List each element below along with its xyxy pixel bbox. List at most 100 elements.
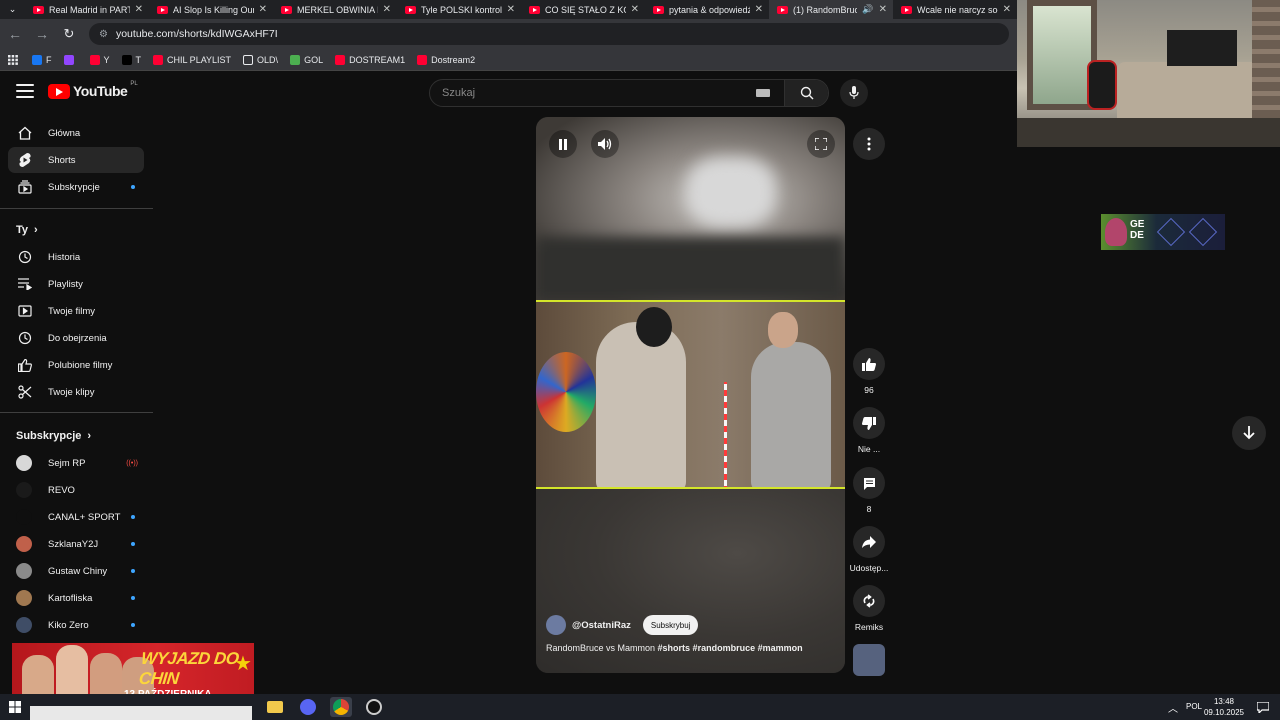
sidebar-subscriptions-heading[interactable]: Subskrypcje ›	[16, 430, 91, 442]
discord-icon[interactable]	[297, 697, 319, 717]
reload-button[interactable]: ↻	[57, 22, 81, 46]
new-content-dot	[131, 623, 135, 627]
youtube-favicon-icon	[157, 5, 168, 14]
shorts-player[interactable]: @OstatniRaz Subskrybuj RandomBruce vs Ma…	[536, 117, 845, 673]
close-tab-icon[interactable]: ✕	[259, 4, 267, 15]
keyboard-icon[interactable]	[756, 89, 770, 97]
dislike-button[interactable]: Nie ...	[852, 407, 886, 454]
sidebar-subscription[interactable]: Gustaw Chiny	[8, 558, 144, 584]
new-content-dot	[131, 542, 135, 546]
sidebar-subscription[interactable]: Kiko Zero	[8, 612, 144, 638]
channel-name[interactable]: @OstatniRaz	[572, 620, 631, 631]
close-tab-icon[interactable]: ✕	[507, 4, 515, 15]
sidebar-item-liked[interactable]: Polubione filmy	[8, 352, 144, 378]
fullscreen-button[interactable]	[807, 130, 835, 158]
windows-icon	[9, 701, 21, 713]
like-button[interactable]: 96	[852, 348, 886, 395]
close-tab-icon[interactable]: ✕	[1003, 4, 1011, 15]
comments-button[interactable]: 8	[852, 467, 886, 514]
more-options-button[interactable]	[852, 128, 886, 160]
youtube-favicon-icon	[33, 5, 44, 14]
close-tab-icon[interactable]: ✕	[135, 4, 143, 15]
share-label: Udostęp...	[849, 563, 889, 573]
channel-avatar	[16, 509, 32, 525]
bookmark-item[interactable]: Dostream2	[417, 54, 475, 65]
address-bar[interactable]: ⚙ youtube.com/shorts/kdIWGAxHF7I	[89, 23, 1009, 45]
site-settings-icon[interactable]: ⚙	[99, 29, 108, 40]
subscribe-button[interactable]: Subskrybuj	[642, 615, 699, 635]
sidebar-subscription[interactable]: CANAL+ SPORT	[8, 504, 144, 530]
youtube-favicon-icon	[901, 5, 912, 14]
sidebar-item-home[interactable]: Główna	[8, 120, 144, 146]
bookmark-item[interactable]: Y	[89, 54, 110, 65]
sidebar-subscription[interactable]: SzklanaY2J	[8, 531, 144, 557]
browser-tab[interactable]: (1) RandomBruce 🔊 ✕	[769, 0, 893, 19]
browser-tab[interactable]: MERKEL OBWINIA PO✕	[273, 0, 397, 19]
close-tab-icon[interactable]: ✕	[755, 4, 763, 15]
chrome-icon[interactable]	[330, 697, 352, 717]
next-short-button[interactable]	[1232, 416, 1266, 450]
close-tab-icon[interactable]: ✕	[383, 4, 391, 15]
browser-tab[interactable]: CO SIĘ STAŁO Z KOBI✕	[521, 0, 645, 19]
start-button[interactable]	[4, 697, 26, 717]
sound-avatar[interactable]	[852, 644, 886, 676]
bookmark-item[interactable]: T	[121, 54, 141, 65]
search-button[interactable]	[784, 80, 828, 106]
tab-search-button[interactable]: ⌄	[0, 0, 25, 19]
share-button[interactable]: Udostęp...	[849, 526, 889, 573]
subscriptions-icon	[16, 180, 34, 194]
bookmark-item[interactable]: CHIL PLAYLIST	[153, 54, 231, 65]
sidebar-item-clips[interactable]: Twoje klipy	[8, 379, 144, 405]
channel-avatar	[16, 563, 32, 579]
notification-icon[interactable]	[1252, 697, 1274, 717]
sidebar-item-watch-later[interactable]: Do obejrzenia	[8, 325, 144, 351]
youtube-logo[interactable]: YouTube PL	[48, 81, 138, 99]
channel-avatar[interactable]	[546, 615, 566, 635]
sidebar-subscription[interactable]: Kartofliska	[8, 585, 144, 611]
short-title[interactable]: RandomBruce vs Mammon #shorts #randombru…	[546, 643, 803, 653]
bookmark-item[interactable]: OLD\	[243, 54, 278, 65]
tray-expand-icon[interactable]: ︿	[1162, 697, 1184, 717]
sidebar-subscription[interactable]: REVO	[8, 477, 144, 503]
bookmark-item[interactable]: GOL	[290, 54, 323, 65]
apps-icon[interactable]	[8, 54, 18, 65]
taskbar-search[interactable]	[30, 706, 252, 720]
sidebar-item-your-videos[interactable]: Twoje filmy	[8, 298, 144, 324]
forward-button[interactable]: →	[30, 22, 54, 46]
sidebar-you-heading[interactable]: Ty ›	[16, 224, 38, 236]
sidebar-item-playlist[interactable]: Playlisty	[8, 271, 144, 297]
speaker-icon[interactable]: 🔊	[862, 4, 873, 15]
clock[interactable]: 13:48 09.10.2025	[1204, 696, 1244, 718]
youtube-favicon-icon	[529, 5, 540, 14]
close-tab-icon[interactable]: ✕	[631, 4, 639, 15]
browser-tab[interactable]: Wcale nie narcyz soc ✕	[893, 0, 1017, 19]
bookmark-item[interactable]: F	[32, 54, 52, 65]
sidebar-item-history[interactable]: Historia	[8, 244, 144, 270]
voice-search-button[interactable]	[840, 79, 868, 107]
menu-icon[interactable]	[16, 84, 34, 98]
obs-icon[interactable]	[363, 697, 385, 717]
sidebar-subscription[interactable]: Sejm RP ((•))	[8, 450, 144, 476]
volume-button[interactable]	[591, 130, 619, 158]
browser-tab[interactable]: pytania & odpowiedź ✕	[645, 0, 769, 19]
browser-tab[interactable]: Real Madrid in PARTY✕	[25, 0, 149, 19]
remix-button[interactable]: Remiks	[852, 585, 886, 632]
pause-button[interactable]	[549, 130, 577, 158]
bookmark-item[interactable]: DOSTREAM1	[335, 54, 405, 65]
search-input[interactable]: Szukaj	[429, 79, 829, 107]
bookmark-favicon-icon	[335, 54, 346, 65]
sidebar-divider	[0, 412, 153, 413]
input-language[interactable]: POL	[1186, 702, 1202, 711]
bookmark-item[interactable]	[63, 54, 78, 65]
watch-later-icon	[16, 331, 34, 345]
close-tab-icon[interactable]: ✕	[879, 4, 887, 15]
browser-tab[interactable]: AI Slop Is Killing Our ✕	[149, 0, 273, 19]
sidebar-item-subscriptions[interactable]: Subskrypcje	[8, 174, 144, 200]
channel-avatar	[16, 482, 32, 498]
sidebar-item-shorts[interactable]: Shorts	[8, 147, 144, 173]
file-explorer-icon[interactable]	[264, 697, 286, 717]
browser-tab[interactable]: Tyle POLSKI kontroluj ✕	[397, 0, 521, 19]
short-hashtags[interactable]: #shorts #randombruce #mammon	[658, 643, 803, 653]
channel-avatar	[16, 590, 32, 606]
back-button[interactable]: ←	[3, 22, 27, 46]
